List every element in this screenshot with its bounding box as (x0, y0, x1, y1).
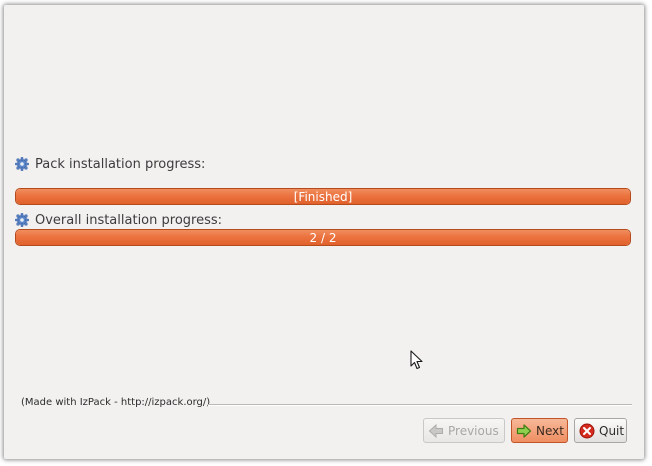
installer-window: Pack installation progress: [Finished] O… (4, 5, 644, 459)
overall-progress-text: 2 / 2 (309, 230, 337, 245)
izpack-credit: (Made with IzPack - http://izpack.org/) (21, 397, 211, 408)
next-button-label: Next (536, 423, 564, 438)
quit-button[interactable]: Quit (574, 418, 627, 443)
gear-icon (15, 157, 29, 171)
overall-progress-bar: 2 / 2 (15, 229, 631, 246)
pack-progress-text: [Finished] (293, 189, 353, 204)
pack-progress-bar: [Finished] (15, 188, 631, 205)
gear-icon (15, 213, 29, 227)
overall-progress-label: Overall installation progress: (35, 212, 223, 228)
footer-divider (208, 404, 632, 406)
overall-progress-label-row: Overall installation progress: (15, 211, 222, 229)
close-icon (579, 423, 595, 439)
mouse-cursor-icon (410, 350, 424, 374)
pack-progress-label-row: Pack installation progress: (15, 155, 205, 173)
quit-button-label: Quit (599, 423, 625, 438)
arrow-right-icon (516, 423, 532, 439)
pack-progress-label: Pack installation progress: (35, 156, 206, 172)
next-button[interactable]: Next (511, 418, 568, 443)
previous-button-label: Previous (448, 423, 499, 438)
previous-button[interactable]: Previous (423, 418, 505, 443)
arrow-left-icon (428, 423, 444, 439)
